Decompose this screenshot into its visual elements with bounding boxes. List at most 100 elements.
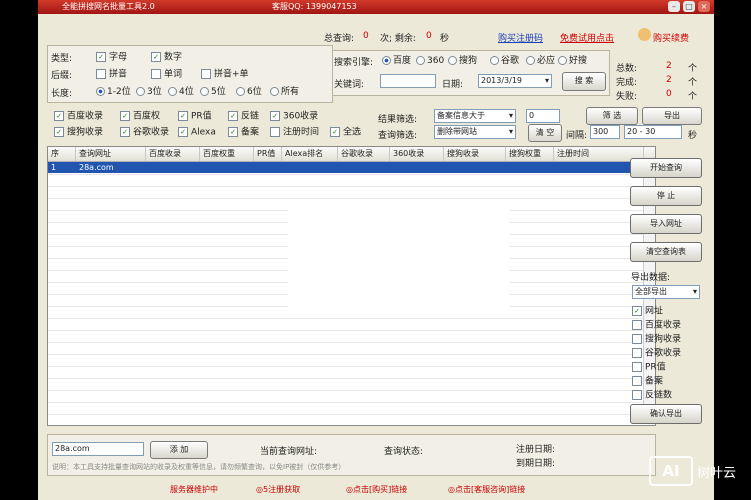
free-trial-link[interactable]: 免费试用点击 [560,31,614,44]
query-count-label: 总查询: [324,34,355,44]
col-url[interactable]: 查询网址 [76,147,146,161]
filter-label: 结果筛选: [378,115,418,125]
confirm-export-button[interactable]: 确认导出 [630,404,702,424]
domain-word-checkbox[interactable]: 单词 [151,69,182,80]
add-url-input[interactable]: 28a.com [52,442,144,456]
footer-item-4[interactable]: ◎点击[客服咨询]链接 [448,480,525,500]
opt-select-all-checkbox[interactable]: ✓ 全选 [330,127,361,138]
engine-haosou-radio[interactable]: 好搜 [558,56,587,66]
minimize-button[interactable]: – [668,1,680,12]
length-3-radio[interactable]: 3位 [136,87,162,97]
watermark-text: 树叶云 [697,466,737,481]
renew-link[interactable]: 购买续费 [653,31,689,44]
opt-regtime-checkbox[interactable]: 注册时间 [270,127,319,138]
app-window: 全能拼搜网名批量工具2.0 客服QQ: 1399047153 – □ × 总查询… [38,0,714,500]
footer-item-3[interactable]: ◎点击[购买]链接 [346,480,407,500]
col-pr[interactable]: PR值 [254,147,282,161]
filter-button[interactable]: 筛 选 [586,107,638,125]
engine-google-radio[interactable]: 谷歌 [490,56,519,66]
footer-item-2[interactable]: ◎5注册获取 [256,480,300,500]
avatar-icon [638,28,651,41]
export-google-checkbox[interactable]: 谷歌收录 [632,348,681,359]
table-row[interactable]: 1 28a.com [48,162,644,173]
done-label: 完成: [616,78,638,88]
fail-label: 失败: [616,92,638,102]
query-status-label: 查询状态: [384,447,424,457]
query-count-value: 0 [363,31,369,41]
start-query-button[interactable]: 开始查询 [630,158,702,178]
filter-select[interactable]: 备案信息大于 ▾ [434,109,516,123]
footer-bar: 服务器维护中 ◎5注册获取 ◎点击[购买]链接 ◎点击[客服咨询]链接 [38,480,714,500]
opt-360-checkbox[interactable]: ✓ 360收录 [270,111,318,122]
export-small-button[interactable]: 导出 [642,107,702,125]
opt-baidu-weight-checkbox[interactable]: ✓ 百度权 [120,111,160,122]
opt-backlink-checkbox[interactable]: ✓ 反链 [228,111,259,122]
length-all-radio[interactable]: 所有 [270,87,299,97]
import-urls-button[interactable]: 导入网址 [630,214,702,234]
col-google[interactable]: 谷歌收录 [338,147,390,161]
fail-unit: 个 [688,92,698,102]
date-label: 日期: [442,80,464,90]
col-index[interactable]: 序 [48,147,76,161]
length-1-2-radio[interactable]: 1-2位 [96,87,131,97]
export-beian-checkbox[interactable]: 备案 [632,376,663,387]
keyword-input[interactable] [380,74,436,88]
domain-mix-checkbox[interactable]: 拼音+单 [201,69,249,80]
date-picker[interactable]: 2013/3/19 ▾ [478,74,552,88]
title-bar: 全能拼搜网名批量工具2.0 客服QQ: 1399047153 – □ × [38,0,714,14]
keyword-label: 关键词: [334,80,365,90]
stop-button[interactable]: 停 止 [630,186,702,206]
search-button[interactable]: 搜 索 [562,72,606,91]
domain-pinyin-checkbox[interactable]: 拼音 [96,69,127,80]
col-360[interactable]: 360收录 [390,147,444,161]
buy-code-link[interactable]: 购买注册码 [498,31,543,44]
length-label: 长度: [51,89,73,99]
type-letter-checkbox[interactable]: ✓ 字母 [96,52,127,63]
col-sogou-weight[interactable]: 搜狗权重 [506,147,554,161]
engine-360-radio[interactable]: 360 [416,56,444,66]
col-alexa[interactable]: Alexa排名 [282,147,338,161]
opt-alexa-checkbox[interactable]: ✓ Alexa [178,127,216,138]
export-pr-checkbox[interactable]: PR值 [632,362,666,373]
opt-sogou-checkbox[interactable]: ✓ 搜狗收录 [54,127,103,138]
opt-baidu-index-checkbox[interactable]: ✓ 百度收录 [54,111,103,122]
length-5-radio[interactable]: 5位 [200,87,226,97]
length-4-radio[interactable]: 4位 [168,87,194,97]
remaining-value: 0 [426,31,432,41]
clear-table-button[interactable]: 清空查询表 [630,242,702,262]
opt-beian-checkbox[interactable]: ✓ 备案 [228,127,259,138]
query-filter-select[interactable]: 删除带网站 ▾ [434,125,516,139]
interval-range-input[interactable]: 20 - 30 [624,125,682,139]
length-6-radio[interactable]: 6位 [236,87,262,97]
opt-pr-checkbox[interactable]: ✓ PR值 [178,111,212,122]
filter-number-input[interactable]: 0 [526,109,560,123]
results-table[interactable]: 序 查询网址 百度收录 百度权重 PR值 Alexa排名 谷歌收录 360收录 … [47,146,656,426]
export-url-checkbox[interactable]: ✓ 网址 [632,306,663,317]
note-text: 说明：本工具支持批量查询网站的收录及权重等信息，请勿频繁查询，以免IP被封（仅供… [52,463,346,471]
engine-bing-radio[interactable]: 必应 [526,56,555,66]
row-url: 28a.com [79,163,114,172]
export-backlink-checkbox[interactable]: 反链数 [632,390,672,401]
engine-baidu-radio[interactable]: 百度 [382,56,411,66]
engine-sogou-radio[interactable]: 搜狗 [448,56,477,66]
add-button[interactable]: 添 加 [150,441,208,459]
support-qq: 客服QQ: 1399047153 [272,2,357,11]
interval-input[interactable]: 300 [590,125,620,139]
col-baidu-weight[interactable]: 百度权重 [200,147,254,161]
close-button[interactable]: × [698,1,710,12]
opt-google-checkbox[interactable]: ✓ 谷歌收录 [120,127,169,138]
chevron-down-icon: ▾ [508,127,513,136]
type-number-checkbox[interactable]: ✓ 数字 [151,52,182,63]
maximize-button[interactable]: □ [683,1,695,12]
reg-date-label: 注册日期: [516,445,556,455]
fail-value: 0 [666,89,672,99]
interval-unit: 秒 [688,131,698,141]
col-baidu-index[interactable]: 百度收录 [146,147,200,161]
col-sogou[interactable]: 搜狗收录 [444,147,506,161]
clear-button[interactable]: 清 空 [528,124,562,142]
export-sogou-checkbox[interactable]: 搜狗收录 [632,334,681,345]
export-baidu-checkbox[interactable]: 百度收录 [632,320,681,331]
footer-item-1[interactable]: 服务器维护中 [170,480,218,500]
total-value: 2 [666,61,672,71]
export-select[interactable]: 全部导出 ▾ [632,285,700,299]
